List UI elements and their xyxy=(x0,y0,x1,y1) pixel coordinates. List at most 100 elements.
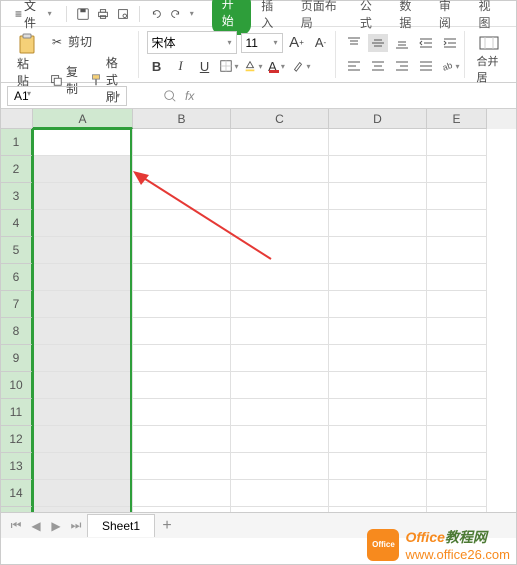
cell[interactable] xyxy=(33,156,133,183)
select-all-corner[interactable] xyxy=(1,109,33,129)
justify-icon[interactable] xyxy=(416,57,436,75)
cell[interactable] xyxy=(231,291,329,318)
cell[interactable] xyxy=(427,453,487,480)
cell[interactable] xyxy=(427,210,487,237)
cell[interactable] xyxy=(231,453,329,480)
cell[interactable] xyxy=(329,345,427,372)
cell[interactable] xyxy=(33,426,133,453)
cell[interactable] xyxy=(427,318,487,345)
cell[interactable] xyxy=(329,318,427,345)
cell[interactable] xyxy=(231,183,329,210)
clear-format-button[interactable]: ▾ xyxy=(291,56,311,76)
cell[interactable] xyxy=(231,399,329,426)
row-header[interactable]: 1 xyxy=(1,129,33,156)
decrease-font-icon[interactable]: A- xyxy=(311,33,331,53)
sheet-nav-last-icon[interactable]: ⏭ xyxy=(67,517,85,535)
cell[interactable] xyxy=(33,453,133,480)
cell[interactable] xyxy=(329,264,427,291)
cell[interactable] xyxy=(33,480,133,507)
align-top-icon[interactable] xyxy=(344,34,364,52)
cell[interactable] xyxy=(231,345,329,372)
tab-formula[interactable]: 公式 xyxy=(350,0,390,35)
cell[interactable] xyxy=(231,426,329,453)
cell[interactable] xyxy=(329,453,427,480)
cell[interactable] xyxy=(133,264,231,291)
cell[interactable] xyxy=(427,480,487,507)
cell[interactable] xyxy=(33,291,133,318)
cell[interactable] xyxy=(329,183,427,210)
cell[interactable] xyxy=(231,156,329,183)
indent-decrease-icon[interactable] xyxy=(416,34,436,52)
zoom-icon[interactable] xyxy=(163,89,177,103)
cell[interactable] xyxy=(33,399,133,426)
col-header-C[interactable]: C xyxy=(231,109,329,129)
row-header[interactable]: 5 xyxy=(1,237,33,264)
font-size-select[interactable]: 11▾ xyxy=(241,33,283,53)
row-header[interactable]: 11 xyxy=(1,399,33,426)
align-middle-icon[interactable] xyxy=(368,34,388,52)
row-header[interactable]: 13 xyxy=(1,453,33,480)
sheet-nav-first-icon[interactable]: ⏮ xyxy=(7,517,25,535)
file-menu[interactable]: ≡ 文件 ▾ xyxy=(9,0,58,33)
fx-label[interactable]: fx xyxy=(185,89,194,103)
cell[interactable] xyxy=(427,345,487,372)
col-header-E[interactable]: E xyxy=(427,109,487,129)
cell[interactable] xyxy=(33,318,133,345)
cell[interactable] xyxy=(33,129,133,156)
add-sheet-button[interactable]: + xyxy=(157,517,177,535)
cell[interactable] xyxy=(427,183,487,210)
align-left-icon[interactable] xyxy=(344,57,364,75)
cell[interactable] xyxy=(231,480,329,507)
cell[interactable] xyxy=(133,183,231,210)
cell[interactable] xyxy=(133,399,231,426)
cell[interactable] xyxy=(133,237,231,264)
row-header[interactable]: 2 xyxy=(1,156,33,183)
orientation-icon[interactable]: ab▾ xyxy=(440,57,460,75)
indent-increase-icon[interactable] xyxy=(440,34,460,52)
cell[interactable] xyxy=(33,183,133,210)
print-icon[interactable] xyxy=(95,5,111,23)
chevron-down-icon[interactable]: ▾ xyxy=(190,9,194,18)
cell[interactable] xyxy=(133,426,231,453)
cell[interactable] xyxy=(329,156,427,183)
tab-insert[interactable]: 插入 xyxy=(251,0,291,35)
cell[interactable] xyxy=(231,237,329,264)
cell[interactable] xyxy=(133,129,231,156)
cell[interactable] xyxy=(329,237,427,264)
sheet-tab-active[interactable]: Sheet1 xyxy=(87,514,155,537)
tab-layout[interactable]: 页面布局 xyxy=(291,0,350,35)
sheet-nav-next-icon[interactable]: ▶ xyxy=(47,517,65,535)
cell[interactable] xyxy=(133,372,231,399)
cell[interactable] xyxy=(33,345,133,372)
cell[interactable] xyxy=(231,372,329,399)
cell[interactable] xyxy=(329,210,427,237)
tab-start[interactable]: 开始 xyxy=(212,0,252,35)
fill-color-button[interactable]: ▾ xyxy=(243,56,263,76)
cell[interactable] xyxy=(329,480,427,507)
cell[interactable] xyxy=(33,237,133,264)
col-header-D[interactable]: D xyxy=(329,109,427,129)
tab-data[interactable]: 数据 xyxy=(389,0,429,35)
align-center-icon[interactable] xyxy=(368,57,388,75)
cell[interactable] xyxy=(133,345,231,372)
cell[interactable] xyxy=(329,129,427,156)
font-color-button[interactable]: A▾ xyxy=(267,56,287,76)
tab-review[interactable]: 审阅 xyxy=(429,0,469,35)
row-header[interactable]: 8 xyxy=(1,318,33,345)
row-header[interactable]: 9 xyxy=(1,345,33,372)
cut-button[interactable]: ✂剪切 xyxy=(45,31,134,52)
merge-cells-button[interactable]: 合并居 xyxy=(473,31,506,87)
cell[interactable] xyxy=(133,318,231,345)
cell[interactable] xyxy=(427,372,487,399)
bold-button[interactable]: B xyxy=(147,56,167,76)
increase-font-icon[interactable]: A+ xyxy=(287,33,307,53)
row-header[interactable]: 6 xyxy=(1,264,33,291)
sheet-nav-prev-icon[interactable]: ◀ xyxy=(27,517,45,535)
cell[interactable] xyxy=(427,237,487,264)
cell[interactable] xyxy=(329,426,427,453)
cell[interactable] xyxy=(427,291,487,318)
cell[interactable] xyxy=(427,426,487,453)
row-header[interactable]: 3 xyxy=(1,183,33,210)
cell[interactable] xyxy=(427,156,487,183)
row-header[interactable]: 12 xyxy=(1,426,33,453)
